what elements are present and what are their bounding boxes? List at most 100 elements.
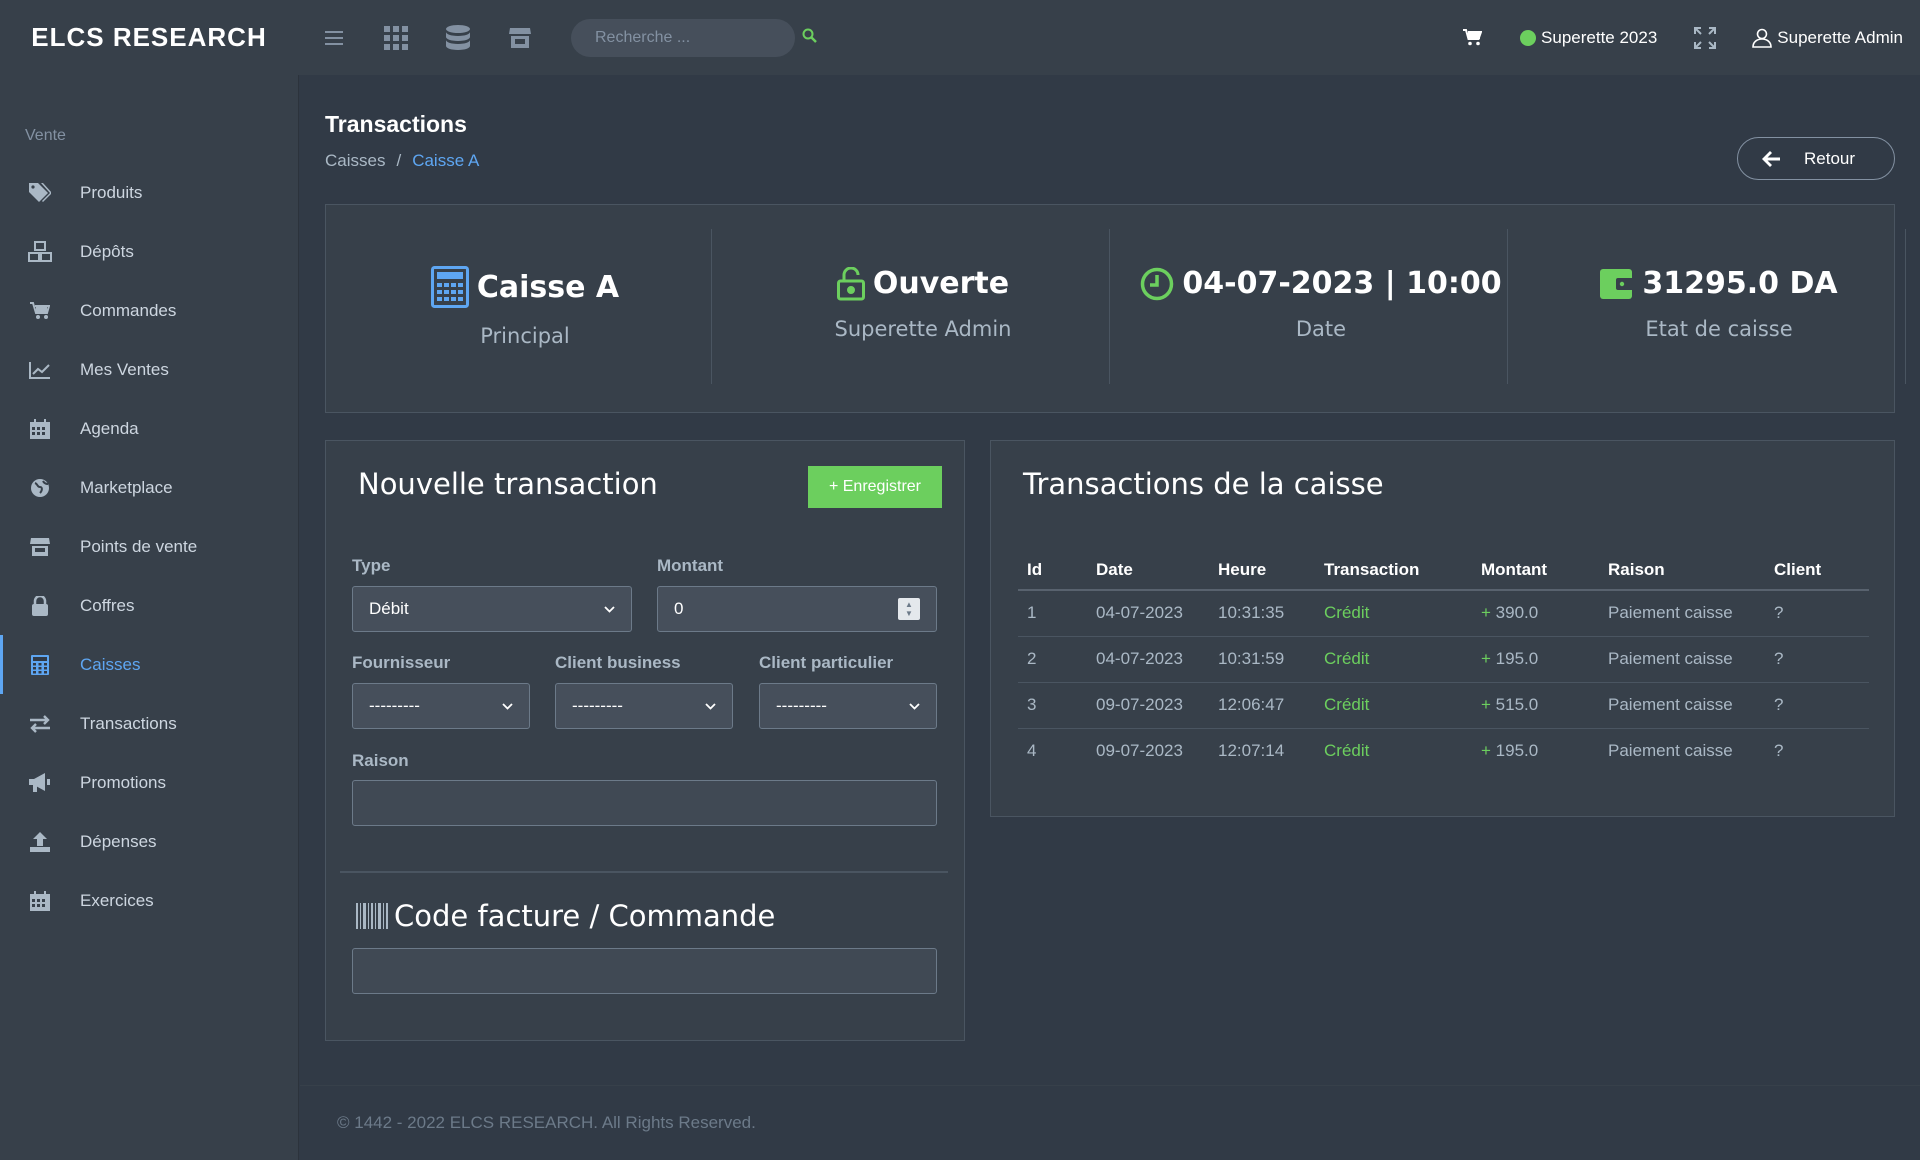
column-header[interactable]: Heure: [1209, 551, 1315, 591]
transactions-table: Id Date Heure Transaction Montant Raison…: [1018, 551, 1869, 774]
divider: [1507, 229, 1508, 384]
divider: [711, 229, 712, 384]
invoice-section-title: Code facture / Commande: [356, 899, 775, 933]
sidebar-item-depenses[interactable]: Dépenses: [0, 812, 298, 871]
sidebar-item-produits[interactable]: Produits: [0, 163, 298, 222]
sidebar-item-caisses[interactable]: Caisses: [0, 635, 298, 694]
chevron-down-icon: [705, 702, 716, 710]
table-header-row: Id Date Heure Transaction Montant Raison…: [1018, 551, 1869, 591]
user-menu[interactable]: Superette Admin: [1752, 28, 1903, 48]
table-row[interactable]: 4 09-07-2023 12:07:14 Crédit + 195.0 Pai…: [1018, 728, 1869, 774]
sidebar-item-marketplace[interactable]: Marketplace: [0, 458, 298, 517]
sidebar-item-agenda[interactable]: Agenda: [0, 399, 298, 458]
sidebar-section-title: Vente: [25, 127, 66, 144]
stat-status: Ouverte Superette Admin: [724, 229, 1122, 384]
store-label: Superette 2023: [1541, 27, 1658, 47]
caisse-owner: Superette Admin: [834, 317, 1012, 341]
reason-input[interactable]: [352, 780, 937, 826]
sidebar-item-exercices[interactable]: Exercices: [0, 871, 298, 930]
table-row[interactable]: 1 04-07-2023 10:31:35 Crédit + 390.0 Pai…: [1018, 590, 1869, 637]
sidebar-item-coffres[interactable]: Coffres: [0, 576, 298, 635]
supplier-select[interactable]: ---------: [352, 683, 530, 729]
divider: [1905, 229, 1906, 384]
user-name: Superette Admin: [1777, 27, 1903, 47]
database-icon[interactable]: [427, 0, 489, 75]
amount-input[interactable]: 0 ▲ ▼: [657, 586, 937, 632]
sidebar: Vente Produits Dépôts Commandes Mes Vent…: [0, 75, 299, 1160]
back-button[interactable]: Retour: [1737, 137, 1895, 180]
save-button[interactable]: + Enregistrer: [808, 466, 942, 508]
calculator-icon: [430, 266, 469, 308]
fullscreen-icon[interactable]: [1694, 26, 1717, 49]
column-header[interactable]: Client: [1765, 551, 1869, 591]
caisse-type: Principal: [480, 324, 570, 348]
search-icon[interactable]: [802, 28, 817, 48]
divider: [1109, 229, 1110, 384]
apps-grid-icon[interactable]: [365, 0, 427, 75]
breadcrumb: Caisses / Caisse A: [325, 151, 479, 171]
invoice-code-input[interactable]: [352, 948, 937, 994]
section-divider: [340, 871, 948, 873]
store-status[interactable]: Superette 2023: [1520, 28, 1657, 48]
chart-line-icon: [0, 361, 80, 379]
sidebar-item-transactions[interactable]: Transactions: [0, 694, 298, 753]
type-label: Type: [352, 556, 391, 575]
stat-date: 04-07-2023 | 10:00 Date: [1122, 229, 1520, 384]
table-row[interactable]: 2 04-07-2023 10:31:59 Crédit + 195.0 Pai…: [1018, 636, 1869, 683]
store-icon[interactable]: [489, 0, 551, 75]
form-title: Nouvelle transaction: [358, 467, 658, 501]
sidebar-item-commandes[interactable]: Commandes: [0, 281, 298, 340]
column-header[interactable]: Transaction: [1315, 551, 1472, 591]
topbar: ELCS RESEARCH Superette 2023 Super: [0, 0, 1920, 75]
globe-icon: [0, 478, 80, 498]
supplier-label: Fournisseur: [352, 653, 451, 672]
arrow-left-icon: [1738, 150, 1804, 167]
lock-icon: [0, 595, 80, 616]
column-header[interactable]: Date: [1087, 551, 1209, 591]
caisse-balance: 31295.0 DA: [1642, 266, 1838, 301]
particular-client-select[interactable]: ---------: [759, 683, 937, 729]
caisse-status: Ouverte: [872, 266, 1010, 301]
breadcrumb-separator: /: [396, 151, 402, 170]
column-header[interactable]: Raison: [1599, 551, 1765, 591]
caisse-summary-card: Caisse A Principal Ouverte Superette Adm…: [325, 204, 1906, 413]
store-icon: [0, 537, 80, 556]
stat-balance: 31295.0 DA Etat de caisse: [1520, 229, 1918, 384]
number-spinner[interactable]: ▲ ▼: [898, 598, 920, 620]
caisse-date: 04-07-2023 | 10:00: [1182, 266, 1502, 301]
search-box: [571, 18, 817, 57]
chevron-down-icon: [909, 702, 920, 710]
stat-caisse: Caisse A Principal: [326, 229, 724, 384]
sidebar-item-promotions[interactable]: Promotions: [0, 753, 298, 812]
column-header[interactable]: Id: [1018, 551, 1087, 591]
caisse-name: Caisse A: [476, 269, 620, 305]
table-row[interactable]: 3 09-07-2023 12:06:47 Crédit + 515.0 Pai…: [1018, 682, 1869, 729]
clock-icon: [1140, 267, 1174, 301]
back-button-label: Retour: [1804, 148, 1856, 168]
menu-toggle-icon[interactable]: [303, 0, 365, 75]
particular-client-label: Client particulier: [759, 653, 894, 672]
transactions-card: Transactions de la caisse Id Date Heure …: [990, 440, 1895, 817]
balance-label: Etat de caisse: [1645, 317, 1793, 341]
business-client-label: Client business: [555, 653, 681, 672]
cart-icon[interactable]: [1463, 29, 1483, 46]
column-header[interactable]: Montant: [1472, 551, 1599, 591]
wallet-icon: [1600, 268, 1635, 299]
breadcrumb-caisses[interactable]: Caisses: [325, 151, 385, 170]
upload-icon: [0, 831, 80, 852]
page-title: Transactions: [325, 111, 467, 137]
reason-label: Raison: [352, 751, 409, 770]
transactions-title: Transactions de la caisse: [1023, 467, 1384, 501]
bullhorn-icon: [0, 772, 80, 793]
sidebar-item-depots[interactable]: Dépôts: [0, 222, 298, 281]
sidebar-item-mes-ventes[interactable]: Mes Ventes: [0, 340, 298, 399]
brand-logo[interactable]: ELCS RESEARCH: [0, 22, 298, 53]
sidebar-item-points-de-vente[interactable]: Points de vente: [0, 517, 298, 576]
user-icon: [1752, 28, 1773, 48]
tags-icon: [0, 182, 80, 203]
chevron-down-icon: [502, 702, 513, 710]
type-select[interactable]: Débit: [352, 586, 632, 632]
search-input[interactable]: [595, 28, 802, 47]
calendar-grid-icon: [0, 890, 80, 911]
business-client-select[interactable]: ---------: [555, 683, 733, 729]
